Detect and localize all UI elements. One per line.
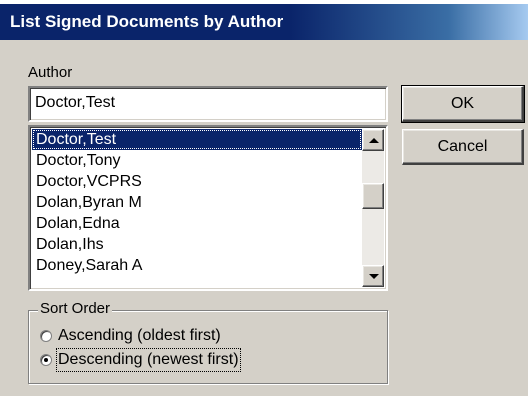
list-signed-documents-dialog: List Signed Documents by Author Author D… bbox=[0, 4, 528, 396]
author-listbox[interactable]: Doctor,Test Doctor,Tony Doctor,VCPRS Dol… bbox=[28, 125, 388, 291]
arrow-up-icon bbox=[369, 138, 379, 143]
author-list-item[interactable]: Dolan,Edna bbox=[32, 213, 362, 234]
author-list-item[interactable]: Doctor,Test bbox=[32, 129, 362, 150]
author-list-item[interactable]: Dolan,Byran M bbox=[32, 192, 362, 213]
arrow-down-icon bbox=[369, 274, 379, 279]
author-label: Author bbox=[28, 64, 73, 81]
scroll-up-button[interactable] bbox=[362, 129, 384, 151]
ok-button[interactable]: OK bbox=[401, 85, 525, 123]
author-list-item[interactable]: Doney,Sarah A bbox=[32, 255, 362, 276]
radio-descending-label: Descending (newest first) bbox=[56, 348, 241, 372]
scroll-thumb[interactable] bbox=[362, 183, 384, 209]
scroll-down-button[interactable] bbox=[362, 265, 384, 287]
author-search-input[interactable]: Doctor,Test bbox=[28, 86, 388, 122]
sort-order-label: Sort Order bbox=[38, 300, 113, 318]
radio-ascending-label: Ascending (oldest first) bbox=[58, 327, 221, 344]
author-list-item[interactable]: Dolan,Ihs bbox=[32, 234, 362, 255]
radio-button-icon[interactable] bbox=[40, 330, 52, 342]
sort-order-group bbox=[28, 310, 388, 384]
author-list-item[interactable]: Doctor,VCPRS bbox=[32, 171, 362, 192]
cancel-button[interactable]: Cancel bbox=[402, 129, 524, 165]
author-list-scrollbar[interactable] bbox=[362, 129, 384, 287]
author-list-items: Doctor,Test Doctor,Tony Doctor,VCPRS Dol… bbox=[32, 129, 362, 276]
author-list-item[interactable]: Doctor,Tony bbox=[32, 150, 362, 171]
radio-button-selected-icon[interactable] bbox=[40, 354, 52, 366]
dialog-title: List Signed Documents by Author bbox=[0, 4, 528, 40]
